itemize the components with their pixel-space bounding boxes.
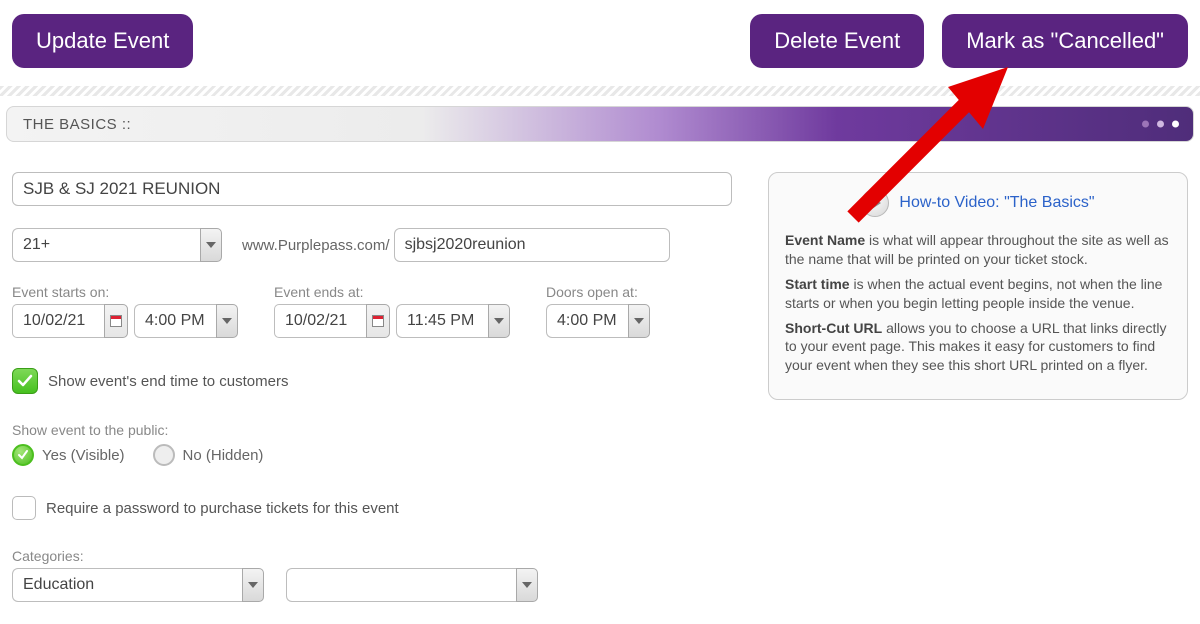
end-date-input[interactable] — [274, 304, 390, 338]
chevron-down-icon[interactable] — [628, 304, 650, 338]
doors-label: Doors open at: — [546, 284, 650, 300]
visibility-no-radio[interactable]: No (Hidden) — [153, 444, 264, 466]
event-name-input[interactable] — [12, 172, 732, 206]
visibility-no-label: No (Hidden) — [183, 447, 264, 464]
category-1-select[interactable] — [12, 568, 264, 602]
start-date-value[interactable] — [12, 304, 104, 338]
doors-time-value[interactable] — [546, 304, 628, 338]
age-restriction-value[interactable] — [12, 228, 200, 262]
require-password-checkbox[interactable] — [12, 496, 36, 520]
end-label: Event ends at: — [274, 284, 510, 300]
divider — [0, 86, 1200, 96]
end-time-select[interactable] — [396, 304, 510, 338]
show-end-time-label: Show event's end time to customers — [48, 373, 288, 390]
category-2-value[interactable] — [286, 568, 516, 602]
update-event-button[interactable]: Update Event — [12, 14, 193, 68]
calendar-icon[interactable] — [366, 304, 390, 338]
spacer — [193, 14, 750, 68]
doors-time-select[interactable] — [546, 304, 650, 338]
end-date-value[interactable] — [274, 304, 366, 338]
start-time-select[interactable] — [134, 304, 238, 338]
require-password-label: Require a password to purchase tickets f… — [46, 500, 399, 517]
chevron-down-icon[interactable] — [242, 568, 264, 602]
section-header-basics: THE BASICS :: — [6, 106, 1194, 142]
mark-cancelled-button[interactable]: Mark as "Cancelled" — [942, 14, 1188, 68]
howto-video-link[interactable]: How-to Video: "The Basics" — [899, 194, 1094, 212]
categories-label: Categories: — [12, 548, 732, 564]
chevron-down-icon[interactable] — [488, 304, 510, 338]
visibility-yes-radio[interactable]: Yes (Visible) — [12, 444, 125, 466]
url-slug-input[interactable] — [394, 228, 670, 262]
age-restriction-select[interactable] — [12, 228, 222, 262]
url-prefix-label: www.Purplepass.com/ — [242, 237, 390, 254]
delete-event-button[interactable]: Delete Event — [750, 14, 924, 68]
help-panel: How-to Video: "The Basics" Event Name is… — [768, 172, 1188, 400]
visibility-yes-label: Yes (Visible) — [42, 447, 125, 464]
start-time-value[interactable] — [134, 304, 216, 338]
help-start-time: Start time is when the actual event begi… — [785, 275, 1171, 313]
help-shortcut-url: Short-Cut URL allows you to choose a URL… — [785, 319, 1171, 376]
play-icon[interactable] — [861, 189, 889, 217]
help-event-name: Event Name is what will appear throughou… — [785, 231, 1171, 269]
category-1-value[interactable] — [12, 568, 242, 602]
chevron-down-icon[interactable] — [200, 228, 222, 262]
section-dots-icon — [1142, 121, 1179, 128]
end-time-value[interactable] — [396, 304, 488, 338]
category-2-select[interactable] — [286, 568, 538, 602]
calendar-icon[interactable] — [104, 304, 128, 338]
chevron-down-icon[interactable] — [216, 304, 238, 338]
visibility-label: Show event to the public: — [12, 422, 732, 438]
show-end-time-checkbox[interactable] — [12, 368, 38, 394]
start-date-input[interactable] — [12, 304, 128, 338]
chevron-down-icon[interactable] — [516, 568, 538, 602]
section-title: THE BASICS :: — [23, 116, 131, 133]
start-label: Event starts on: — [12, 284, 238, 300]
